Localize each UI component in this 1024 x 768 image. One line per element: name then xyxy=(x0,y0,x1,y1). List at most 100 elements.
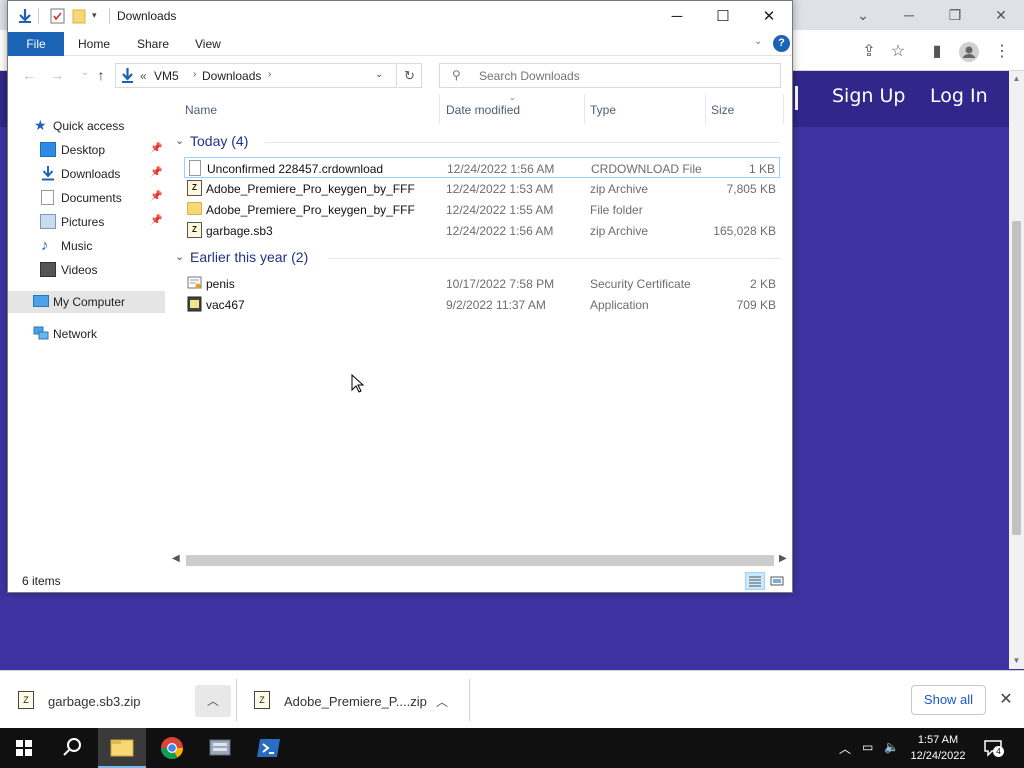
tab-home[interactable]: Home xyxy=(68,32,120,56)
scrollbar-thumb[interactable] xyxy=(1012,221,1021,535)
page-scrollbar[interactable]: ▲ ▼ xyxy=(1009,71,1024,669)
sign-up-link[interactable]: Sign Up xyxy=(832,85,905,107)
file-date: 12/24/2022 1:53 AM xyxy=(446,182,554,196)
column-divider[interactable] xyxy=(783,94,784,124)
star-icon: ★ xyxy=(34,117,47,133)
powershell-taskbar-icon[interactable] xyxy=(245,728,293,768)
scroll-right-arrow-icon[interactable]: ▶ xyxy=(779,553,787,564)
more-menu-icon[interactable]: ⋮ xyxy=(991,41,1013,63)
nav-item-downloads[interactable]: Downloads 📌 xyxy=(8,163,165,185)
breadcrumb-arrow-icon[interactable]: › xyxy=(193,69,196,80)
large-icons-view-icon[interactable] xyxy=(767,572,787,590)
server-manager-taskbar-icon[interactable] xyxy=(196,728,244,768)
browser-minimize-button[interactable]: ─ xyxy=(886,0,932,30)
log-in-link[interactable]: Log In xyxy=(930,85,988,107)
column-header-size[interactable]: Size xyxy=(711,103,734,117)
horizontal-scrollbar[interactable]: ◀ ▶ xyxy=(168,552,792,569)
column-header-type[interactable]: Type xyxy=(590,103,616,117)
pin-icon: 📌 xyxy=(150,215,163,226)
nav-item-pictures[interactable]: Pictures 📌 xyxy=(8,211,165,233)
chevron-up-icon[interactable]: ︿ xyxy=(436,693,448,710)
column-header-name[interactable]: Name xyxy=(185,103,217,117)
nav-item-desktop[interactable]: Desktop 📌 xyxy=(8,139,165,161)
new-folder-icon[interactable] xyxy=(72,8,88,24)
group-header-earlier-this-year[interactable]: ⌄ Earlier this year (2) xyxy=(173,247,783,269)
nav-item-documents[interactable]: Documents 📌 xyxy=(8,187,165,209)
scroll-down-arrow-icon[interactable]: ▼ xyxy=(1011,656,1022,665)
file-type: zip Archive xyxy=(590,182,649,196)
search-icon[interactable] xyxy=(48,728,96,768)
breadcrumb-overflow[interactable]: « xyxy=(140,69,147,83)
customize-toolbar-icon[interactable]: ▾ xyxy=(92,10,102,26)
address-dropdown-chevron-icon[interactable]: ⌄ xyxy=(375,69,383,80)
nav-item-quick-access[interactable]: ★ Quick access xyxy=(8,115,165,137)
volume-icon[interactable]: 🔈 xyxy=(884,740,899,754)
show-all-button[interactable]: Show all xyxy=(911,685,986,715)
properties-icon[interactable] xyxy=(50,8,65,24)
share-icon[interactable]: ⇪ xyxy=(858,41,880,63)
nav-label: My Computer xyxy=(53,295,126,309)
profile-avatar-icon[interactable] xyxy=(958,41,980,63)
back-arrow-icon[interactable]: ← xyxy=(19,67,39,85)
scrollbar-thumb[interactable] xyxy=(186,555,774,566)
refresh-icon[interactable]: ↻ xyxy=(398,63,422,88)
column-divider[interactable] xyxy=(584,94,585,124)
nav-item-music[interactable]: ♪ Music xyxy=(8,235,165,257)
tab-view[interactable]: View xyxy=(185,32,231,56)
collapse-chevron-icon[interactable]: ⌄ xyxy=(175,250,184,263)
details-view-icon[interactable] xyxy=(745,572,765,590)
scroll-left-arrow-icon[interactable]: ◀ xyxy=(172,553,180,564)
help-icon[interactable]: ? xyxy=(773,35,790,52)
collapse-chevron-icon[interactable]: ⌄ xyxy=(175,134,184,147)
notification-icon[interactable]: 4 xyxy=(983,738,1004,758)
chevron-up-icon[interactable]: ︿ xyxy=(195,685,231,717)
clock[interactable]: 1:57 AM 12/24/2022 xyxy=(906,732,970,764)
download-item[interactable]: Z garbage.sb3.zip ︿ xyxy=(0,685,232,717)
nav-item-network[interactable]: Network xyxy=(8,323,165,345)
breadcrumb-arrow-icon[interactable]: › xyxy=(268,69,271,80)
chevron-up-icon[interactable]: ︿ xyxy=(839,740,851,757)
item-count: 6 items xyxy=(22,574,61,588)
close-icon[interactable]: ✕ xyxy=(996,690,1016,710)
file-name: vac467 xyxy=(206,298,245,312)
download-item[interactable]: Z Adobe_Premiere_P....zip ︿ xyxy=(236,685,468,717)
file-row[interactable]: Z garbage.sb3 12/24/2022 1:56 AM zip Arc… xyxy=(184,220,780,241)
breadcrumb-vm5[interactable]: VM5 xyxy=(154,69,179,83)
pin-icon: 📌 xyxy=(150,167,163,178)
search-input[interactable] xyxy=(479,68,769,84)
start-button[interactable] xyxy=(0,728,48,768)
file-row[interactable]: Unconfirmed 228457.crdownload 12/24/2022… xyxy=(184,157,780,178)
browser-restore-button[interactable]: ❐ xyxy=(932,0,978,30)
file-row[interactable]: penis 10/17/2022 7:58 PM Security Certif… xyxy=(184,273,780,294)
tab-file[interactable]: File xyxy=(8,32,64,56)
search-box[interactable]: ⚲ xyxy=(439,63,781,88)
nav-item-videos[interactable]: Videos xyxy=(8,259,165,281)
nav-item-my-computer[interactable]: My Computer xyxy=(8,291,165,313)
expand-ribbon-chevron-icon[interactable]: ⌄ xyxy=(754,36,762,47)
side-panel-icon[interactable]: ▮ xyxy=(926,41,948,63)
file-row[interactable]: Z Adobe_Premiere_Pro_keygen_by_FFF 12/24… xyxy=(184,178,780,199)
close-button[interactable]: ✕ xyxy=(746,1,792,32)
chevron-down-icon[interactable]: ⌄ xyxy=(840,0,886,30)
file-explorer-taskbar-icon[interactable] xyxy=(98,728,146,768)
breadcrumb-downloads[interactable]: Downloads xyxy=(202,69,261,83)
browser-close-button[interactable]: ✕ xyxy=(978,0,1024,30)
minimize-button[interactable]: ─ xyxy=(654,1,700,32)
chrome-taskbar-icon[interactable] xyxy=(148,728,196,768)
tab-share[interactable]: Share xyxy=(127,32,179,56)
forward-arrow-icon[interactable]: → xyxy=(47,67,67,85)
maximize-button[interactable]: ☐ xyxy=(700,1,746,32)
network-status-icon[interactable]: ▭ xyxy=(862,740,873,754)
bookmark-star-icon[interactable]: ☆ xyxy=(887,41,909,63)
group-header-today[interactable]: ⌄ Today (4) xyxy=(173,131,783,153)
column-header-date-modified[interactable]: Date modified xyxy=(446,103,520,117)
title-bar[interactable]: ▾ Downloads ─ ☐ ✕ xyxy=(8,1,792,32)
up-arrow-icon[interactable]: ↑ xyxy=(91,67,111,85)
address-bar[interactable]: « VM5 › Downloads › ⌄ xyxy=(115,63,397,88)
column-divider[interactable] xyxy=(439,94,440,124)
documents-icon xyxy=(41,190,54,205)
file-row[interactable]: vac467 9/2/2022 11:37 AM Application 709… xyxy=(184,294,780,315)
column-divider[interactable] xyxy=(705,94,706,124)
file-row[interactable]: Adobe_Premiere_Pro_keygen_by_FFF 12/24/2… xyxy=(184,199,780,220)
scroll-up-arrow-icon[interactable]: ▲ xyxy=(1011,74,1022,83)
